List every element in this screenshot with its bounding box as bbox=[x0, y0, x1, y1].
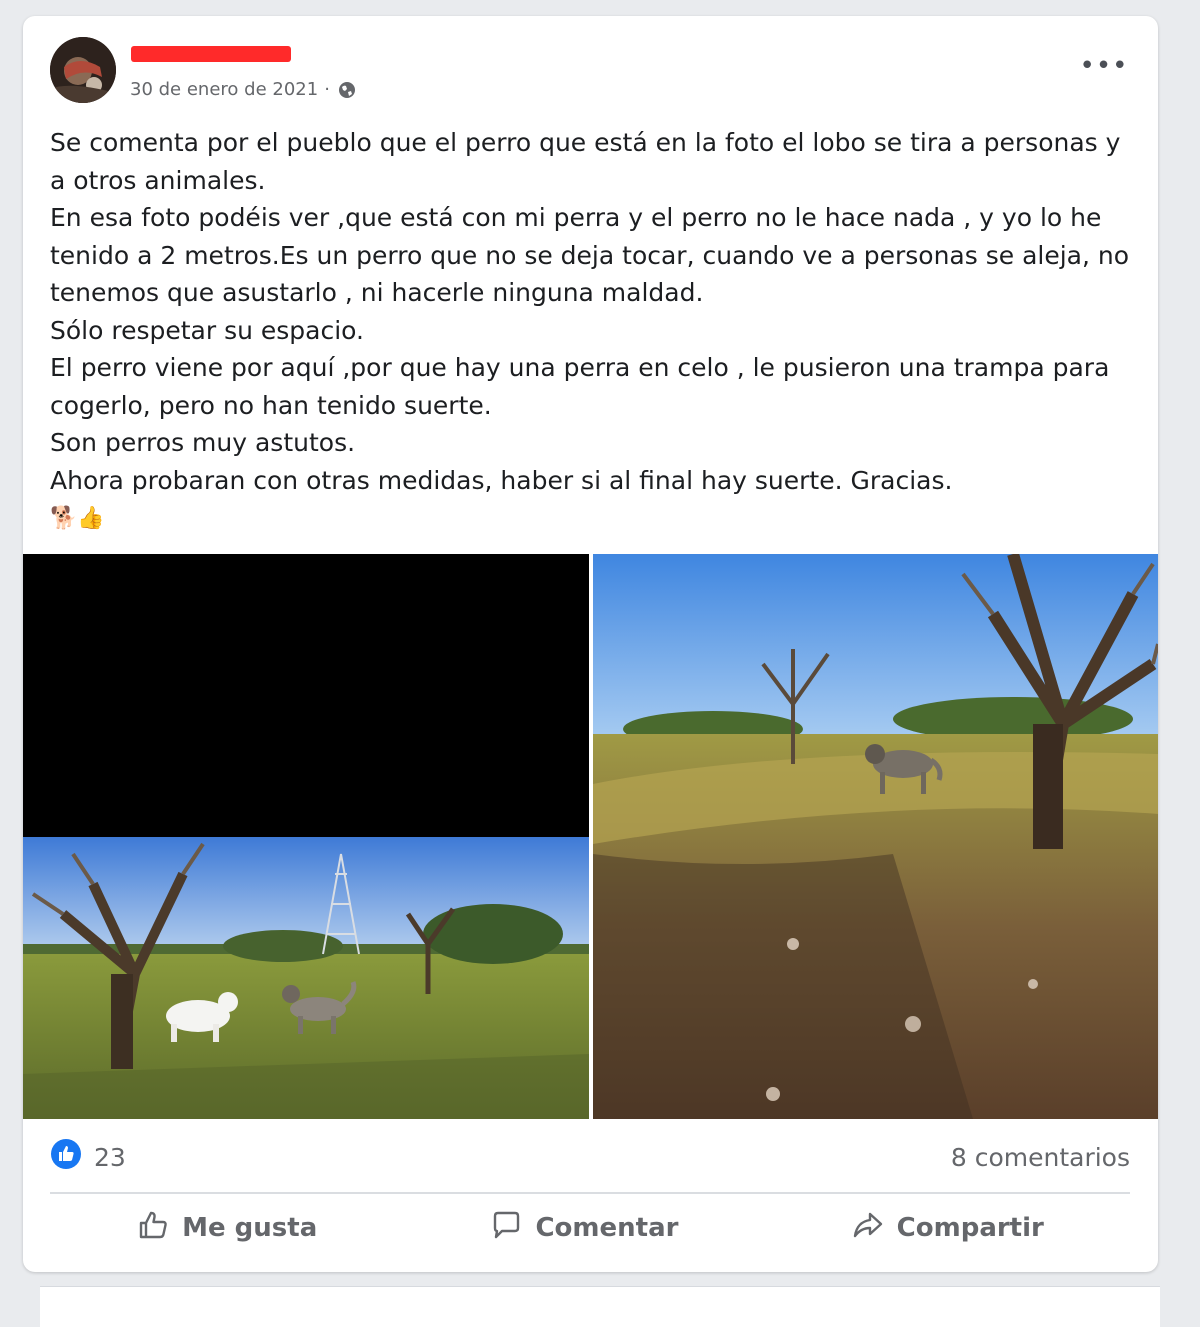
post-meta: 30 de enero de 2021 · bbox=[130, 79, 356, 100]
meta-separator: · bbox=[324, 79, 330, 100]
more-options-button[interactable]: ••• bbox=[1080, 52, 1128, 80]
divider bbox=[50, 1192, 1130, 1194]
action-bar: Me gusta Comentar Compartir bbox=[50, 1198, 1130, 1258]
next-post-card bbox=[40, 1286, 1160, 1327]
like-button[interactable]: Me gusta bbox=[116, 1202, 337, 1255]
post-paragraph: El perro viene por aquí ,por que hay una… bbox=[50, 353, 1110, 420]
author-name-redacted[interactable] bbox=[131, 46, 291, 62]
post-paragraph: Sólo respetar su espacio. bbox=[50, 315, 364, 345]
avatar-image bbox=[50, 37, 116, 103]
post-paragraph: Son perros muy astutos. bbox=[50, 428, 356, 457]
share-label: Compartir bbox=[896, 1213, 1044, 1243]
avatar[interactable] bbox=[50, 37, 116, 103]
like-reaction-icon bbox=[50, 1138, 82, 1176]
post-paragraph: Se comenta por el pueblo que el perro qu… bbox=[50, 128, 1121, 195]
reactions-row: 23 8 comentarios bbox=[50, 1139, 1130, 1175]
photo-grid bbox=[23, 554, 1158, 1119]
like-count-value: 23 bbox=[94, 1142, 126, 1172]
share-icon bbox=[851, 1208, 885, 1249]
comment-label: Comentar bbox=[535, 1213, 679, 1243]
post-card: 30 de enero de 2021 · ••• Se comenta por… bbox=[23, 16, 1158, 1272]
share-button[interactable]: Compartir bbox=[831, 1202, 1064, 1255]
photo-wolfdog-tree[interactable] bbox=[593, 554, 1158, 1119]
post-emojis: 🐕👍 bbox=[50, 506, 105, 531]
more-icon: ••• bbox=[1079, 51, 1129, 81]
post-paragraph: Ahora probaran con otras medidas, haber … bbox=[50, 465, 953, 495]
thumbs-up-icon bbox=[136, 1208, 170, 1249]
comments-count[interactable]: 8 comentarios bbox=[951, 1143, 1130, 1172]
comment-button[interactable]: Comentar bbox=[469, 1202, 698, 1255]
post-text: Se comenta por el pueblo que el perro qu… bbox=[50, 124, 1140, 499]
comment-icon bbox=[489, 1208, 523, 1249]
photo-dogs-field[interactable] bbox=[23, 554, 589, 1119]
globe-icon[interactable] bbox=[338, 81, 356, 99]
post-paragraph: En esa foto podéis ver ,que está con mi … bbox=[50, 203, 1130, 307]
like-label: Me gusta bbox=[182, 1213, 318, 1243]
post-date[interactable]: 30 de enero de 2021 bbox=[130, 79, 318, 100]
like-count[interactable]: 23 bbox=[50, 1138, 126, 1176]
